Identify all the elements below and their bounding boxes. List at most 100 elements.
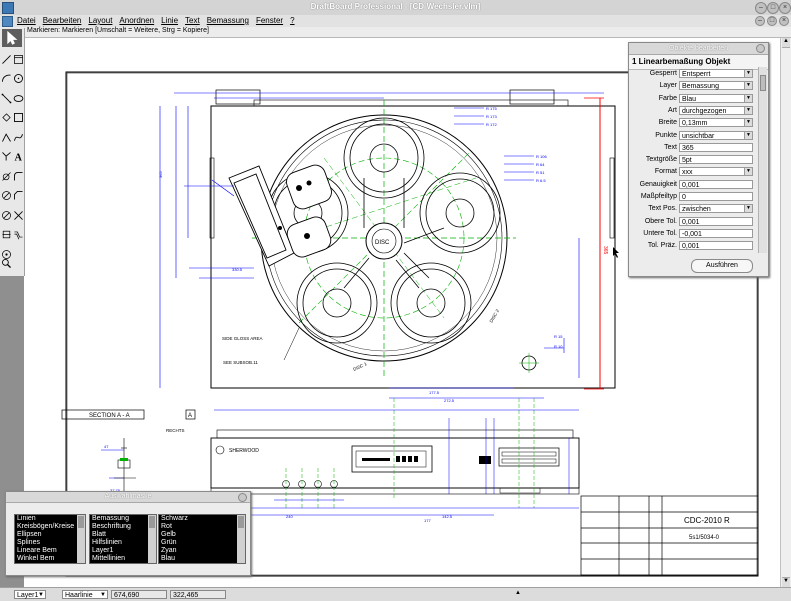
document-icon[interactable] xyxy=(2,16,13,27)
selection-panel-close-button[interactable] xyxy=(238,493,247,502)
zoom-icon[interactable] xyxy=(1,254,12,272)
canvas-vertical-scrollbar[interactable]: ▲ ▼ xyxy=(780,38,791,587)
rectangle-frame-icon[interactable] xyxy=(13,50,24,68)
list-item[interactable]: Ellipsen xyxy=(15,531,85,539)
property-dropdown[interactable]: zwischen ▼ xyxy=(679,204,753,214)
offset-icon[interactable] xyxy=(13,226,24,244)
list-item[interactable]: Hilfslinien xyxy=(90,539,156,547)
menu-6[interactable]: Bemassung xyxy=(207,16,249,25)
circle-tangent-icon[interactable] xyxy=(1,167,12,185)
resize-grip-icon[interactable]: ▲ xyxy=(515,590,523,598)
doc-minimize-button[interactable]: – xyxy=(755,16,765,26)
chevron-down-icon[interactable]: ▼ xyxy=(744,205,752,213)
property-dropdown[interactable]: xxx ▼ xyxy=(679,167,753,177)
line-icon[interactable] xyxy=(1,50,12,68)
menu-3[interactable]: Anordnen xyxy=(119,16,154,25)
crosshair-icon[interactable] xyxy=(1,226,12,244)
list-item[interactable]: Linien xyxy=(15,515,85,523)
list-item[interactable]: Blatt xyxy=(90,531,156,539)
menu-8[interactable]: ? xyxy=(290,16,294,25)
chevron-down-icon[interactable]: ▼ xyxy=(744,70,752,77)
property-dropdown[interactable]: durchgezogen ▼ xyxy=(679,105,753,115)
scroll-thumb[interactable] xyxy=(149,516,155,528)
list-item[interactable]: Zyan xyxy=(159,547,245,555)
chevron-down-icon[interactable]: ▼ xyxy=(744,106,752,114)
layer-list[interactable]: Bemassung Beschriftung Blatt Hilfslinien Lay… xyxy=(89,514,157,564)
spline-icon[interactable] xyxy=(13,128,24,146)
menu-0[interactable]: Datei xyxy=(17,16,36,25)
chevron-down-icon[interactable]: ▼ xyxy=(744,94,752,102)
list-scrollbar[interactable] xyxy=(77,515,85,563)
property-dropdown[interactable]: Entsperrt ▼ xyxy=(679,69,753,78)
close-button[interactable]: × xyxy=(779,2,791,14)
scroll-up-arrow[interactable]: ▲ xyxy=(782,38,790,48)
polygon-icon[interactable] xyxy=(1,187,12,205)
maximize-button[interactable]: □ xyxy=(767,2,779,14)
execute-button[interactable]: Ausführen xyxy=(691,259,753,273)
property-dropdown[interactable]: unsichtbar ▼ xyxy=(679,130,753,140)
list-scrollbar[interactable] xyxy=(148,515,156,563)
objects-panel-scrollbar[interactable] xyxy=(758,67,767,253)
text-icon[interactable]: A xyxy=(13,148,24,166)
scroll-down-arrow[interactable]: ▼ xyxy=(782,577,790,587)
menu-1[interactable]: Bearbeiten xyxy=(43,16,82,25)
pointer-icon[interactable] xyxy=(2,29,22,47)
list-item[interactable]: Layer1 xyxy=(90,547,156,555)
no-entry-icon[interactable] xyxy=(1,206,12,224)
chevron-down-icon[interactable]: ▼ xyxy=(744,131,752,139)
list-item[interactable]: Lineare Bem xyxy=(15,547,85,555)
scroll-thumb[interactable] xyxy=(78,516,84,528)
list-item[interactable]: Kreisbögen/Kreise xyxy=(15,523,85,531)
chevron-down-icon[interactable]: ▼ xyxy=(744,82,752,90)
chamfer-icon[interactable] xyxy=(13,187,24,205)
property-input[interactable]: 0,001 xyxy=(679,179,753,189)
object-type-list[interactable]: Linien Kreisbögen/Kreise Ellipsen Splines Li… xyxy=(14,514,86,564)
doc-maximize-button[interactable]: □ xyxy=(767,16,777,26)
list-item[interactable]: Winkel Bem xyxy=(15,555,85,563)
list-item[interactable]: Splines xyxy=(15,539,85,547)
list-item[interactable]: Grün xyxy=(159,539,245,547)
objects-panel-title[interactable]: Objekte bearbeiten xyxy=(629,43,768,55)
property-dropdown[interactable]: 0,13mm ▼ xyxy=(679,118,753,128)
property-input[interactable]: 0,001 xyxy=(679,241,753,251)
minimize-button[interactable]: – xyxy=(755,2,767,14)
linetype-select[interactable]: Haarlinie ▼ xyxy=(62,590,108,599)
list-item[interactable]: Mittellinien xyxy=(90,555,156,563)
menu-4[interactable]: Linie xyxy=(161,16,178,25)
list-item[interactable]: Schwarz xyxy=(159,515,245,523)
intersection-icon[interactable] xyxy=(1,148,12,166)
property-input[interactable]: 5pt xyxy=(679,155,753,165)
fillet-icon[interactable] xyxy=(13,167,24,185)
menu-7[interactable]: Fenster xyxy=(256,16,283,25)
menu-2[interactable]: Layout xyxy=(88,16,112,25)
list-item[interactable]: Bemassung xyxy=(90,515,156,523)
property-input[interactable]: 365 xyxy=(679,142,753,152)
list-item[interactable]: Rot xyxy=(159,523,245,531)
trim-icon[interactable] xyxy=(13,206,24,224)
property-input[interactable]: 0,001 xyxy=(679,216,753,226)
ellipse-icon[interactable] xyxy=(13,89,24,107)
scroll-thumb[interactable] xyxy=(760,75,766,91)
menu-5[interactable]: Text xyxy=(185,16,200,25)
property-input[interactable]: -0,001 xyxy=(679,228,753,238)
chevron-down-icon[interactable]: ▼ xyxy=(744,168,752,176)
layer-select[interactable]: Layer1 ▼ xyxy=(14,590,46,599)
circle-icon[interactable] xyxy=(13,70,24,88)
property-dropdown[interactable]: Bemassung ▼ xyxy=(679,81,753,91)
color-list[interactable]: Schwarz Rot Gelb Grün Zyan Blau xyxy=(158,514,246,564)
list-item[interactable]: Blau xyxy=(159,555,245,563)
selection-panel-title[interactable]: Auswahlmaske xyxy=(6,492,250,503)
scroll-thumb[interactable] xyxy=(238,516,244,528)
list-item[interactable]: Beschriftung xyxy=(90,523,156,531)
square-icon[interactable] xyxy=(13,109,24,127)
chevron-down-icon[interactable]: ▼ xyxy=(744,119,752,127)
rotated-rectangle-icon[interactable] xyxy=(1,109,12,127)
objects-panel-close-button[interactable] xyxy=(756,44,765,53)
list-item[interactable]: Gelb xyxy=(159,531,245,539)
property-dropdown[interactable]: Blau ▼ xyxy=(679,93,753,103)
diagonal-line-icon[interactable] xyxy=(1,89,12,107)
arc-icon[interactable] xyxy=(1,70,12,88)
property-input[interactable]: 0 xyxy=(679,192,753,201)
list-scrollbar[interactable] xyxy=(237,515,245,563)
angle-icon[interactable] xyxy=(1,128,12,146)
